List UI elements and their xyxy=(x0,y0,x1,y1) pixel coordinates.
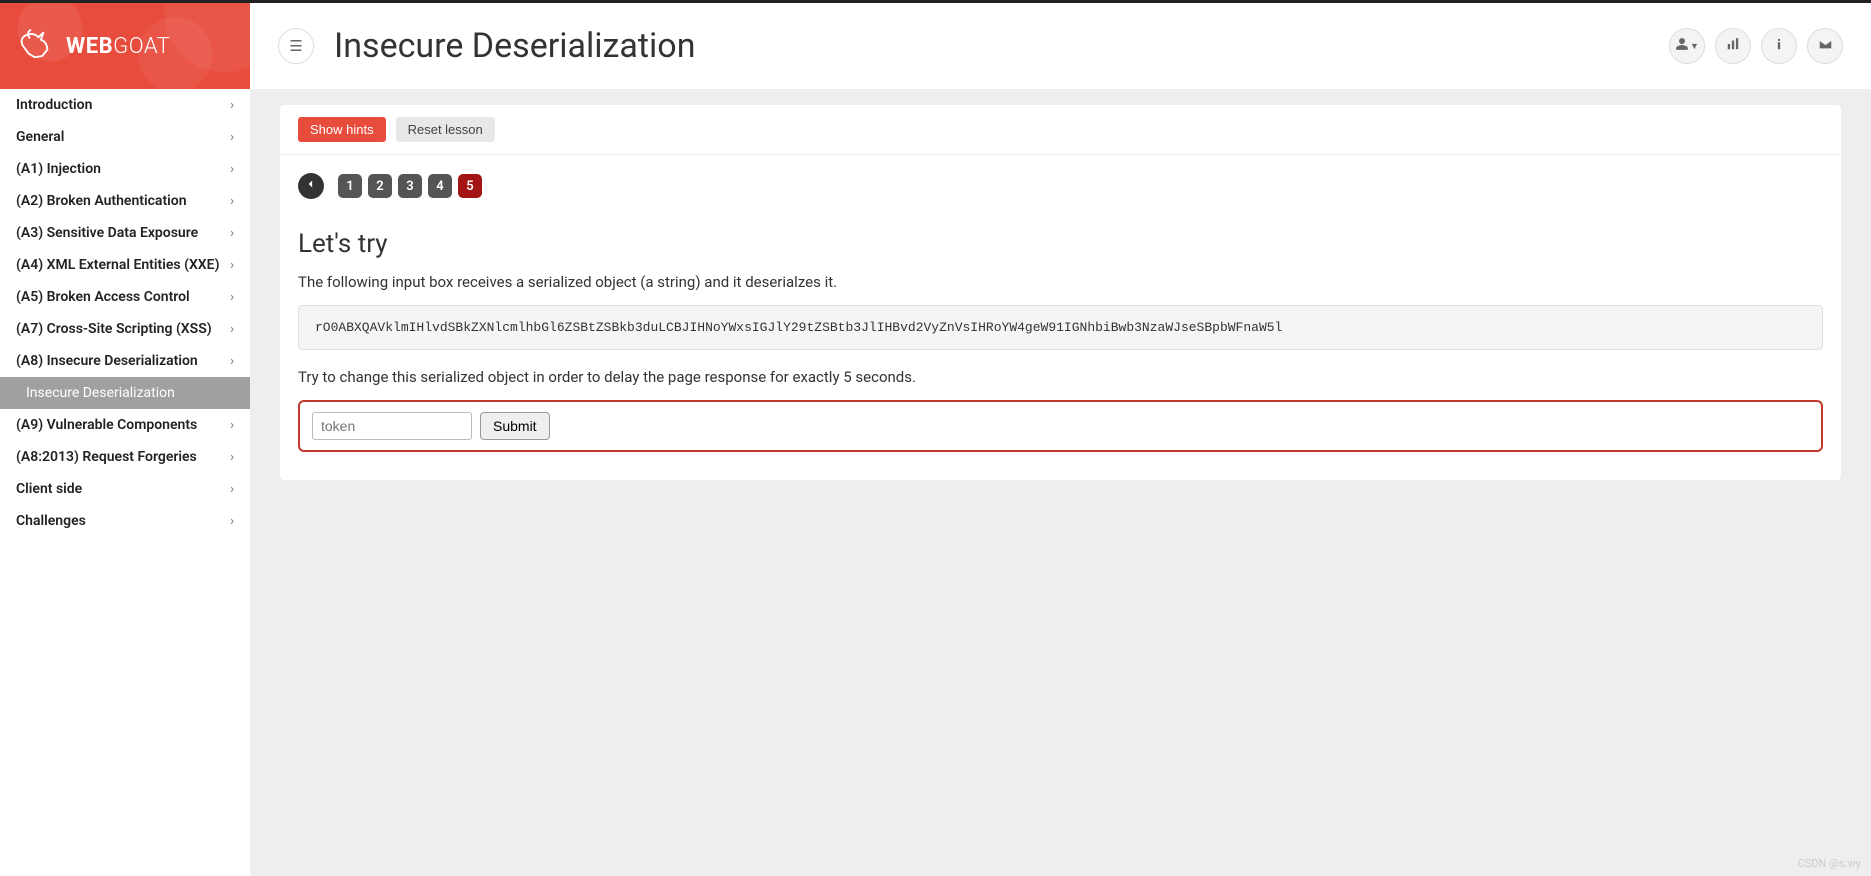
goat-icon xyxy=(16,26,56,66)
page-back-button[interactable] xyxy=(298,173,324,199)
user-icon xyxy=(1675,37,1689,55)
chevron-right-icon: › xyxy=(230,418,234,433)
token-input[interactable] xyxy=(312,412,472,440)
nav-a3-sensitive-data[interactable]: (A3) Sensitive Data Exposure› xyxy=(0,217,250,249)
page-3[interactable]: 3 xyxy=(398,174,422,198)
submit-button[interactable]: Submit xyxy=(480,412,550,440)
nav-introduction[interactable]: Introduction› xyxy=(0,89,250,121)
chevron-right-icon: › xyxy=(230,162,234,177)
nav-challenges[interactable]: Challenges› xyxy=(0,505,250,537)
nav-a8-insecure-deserialization[interactable]: (A8) Insecure Deserialization› xyxy=(0,345,250,377)
nav-general[interactable]: General› xyxy=(0,121,250,153)
arrow-left-icon xyxy=(304,177,318,195)
page-5[interactable]: 5 xyxy=(458,174,482,198)
envelope-icon xyxy=(1818,37,1833,56)
bar-chart-icon xyxy=(1726,37,1740,55)
info-icon xyxy=(1772,37,1786,55)
lesson-heading: Let's try xyxy=(298,229,1823,259)
chevron-right-icon: › xyxy=(230,514,234,529)
serialized-object-display: rO0ABXQAVklmIHlvdSBkZXNlcmlhbGl6ZSBtZSBk… xyxy=(298,305,1823,350)
caret-down-icon: ▼ xyxy=(1690,41,1699,52)
lesson-panel: Show hints Reset lesson 1 2 3 4 5 xyxy=(280,105,1841,480)
nav-a5-broken-access[interactable]: (A5) Broken Access Control› xyxy=(0,281,250,313)
nav-a9-vulnerable-components[interactable]: (A9) Vulnerable Components› xyxy=(0,409,250,441)
page-1[interactable]: 1 xyxy=(338,174,362,198)
menu-icon: ☰ xyxy=(289,37,302,55)
page-2[interactable]: 2 xyxy=(368,174,392,198)
chevron-right-icon: › xyxy=(230,354,234,369)
report-button[interactable] xyxy=(1715,28,1751,64)
show-hints-button[interactable]: Show hints xyxy=(298,117,386,142)
chevron-right-icon: › xyxy=(230,194,234,209)
chevron-right-icon: › xyxy=(230,98,234,113)
chevron-right-icon: › xyxy=(230,226,234,241)
watermark: CSDN @s.wy xyxy=(1798,857,1861,870)
lesson-intro: The following input box receives a seria… xyxy=(298,273,1823,291)
nav-client-side[interactable]: Client side› xyxy=(0,473,250,505)
nav-a4-xxe[interactable]: (A4) XML External Entities (XXE)› xyxy=(0,249,250,281)
nav-a1-injection[interactable]: (A1) Injection› xyxy=(0,153,250,185)
mail-button[interactable] xyxy=(1807,28,1843,64)
chevron-right-icon: › xyxy=(230,322,234,337)
logo: WEBGOAT xyxy=(0,3,250,89)
nav-a8-2013-request-forgeries[interactable]: (A8:2013) Request Forgeries› xyxy=(0,441,250,473)
chevron-right-icon: › xyxy=(230,130,234,145)
attack-form: Submit xyxy=(298,400,1823,452)
lesson-instruction: Try to change this serialized object in … xyxy=(298,368,1823,386)
nav-sub-insecure-deserialization[interactable]: Insecure Deserialization xyxy=(0,377,250,409)
brand-text: WEBGOAT xyxy=(66,34,170,59)
menu-toggle-button[interactable]: ☰ xyxy=(278,28,314,64)
reset-lesson-button[interactable]: Reset lesson xyxy=(396,117,495,142)
page-title: Insecure Deserialization xyxy=(334,26,1649,66)
user-menu-button[interactable]: ▼ xyxy=(1669,28,1705,64)
chevron-right-icon: › xyxy=(230,258,234,273)
page-4[interactable]: 4 xyxy=(428,174,452,198)
chevron-right-icon: › xyxy=(230,290,234,305)
nav-a2-broken-auth[interactable]: (A2) Broken Authentication› xyxy=(0,185,250,217)
sidebar-nav: Introduction› General› (A1) Injection› (… xyxy=(0,89,250,537)
info-button[interactable] xyxy=(1761,28,1797,64)
chevron-right-icon: › xyxy=(230,482,234,497)
nav-a7-xss[interactable]: (A7) Cross-Site Scripting (XSS)› xyxy=(0,313,250,345)
chevron-right-icon: › xyxy=(230,450,234,465)
